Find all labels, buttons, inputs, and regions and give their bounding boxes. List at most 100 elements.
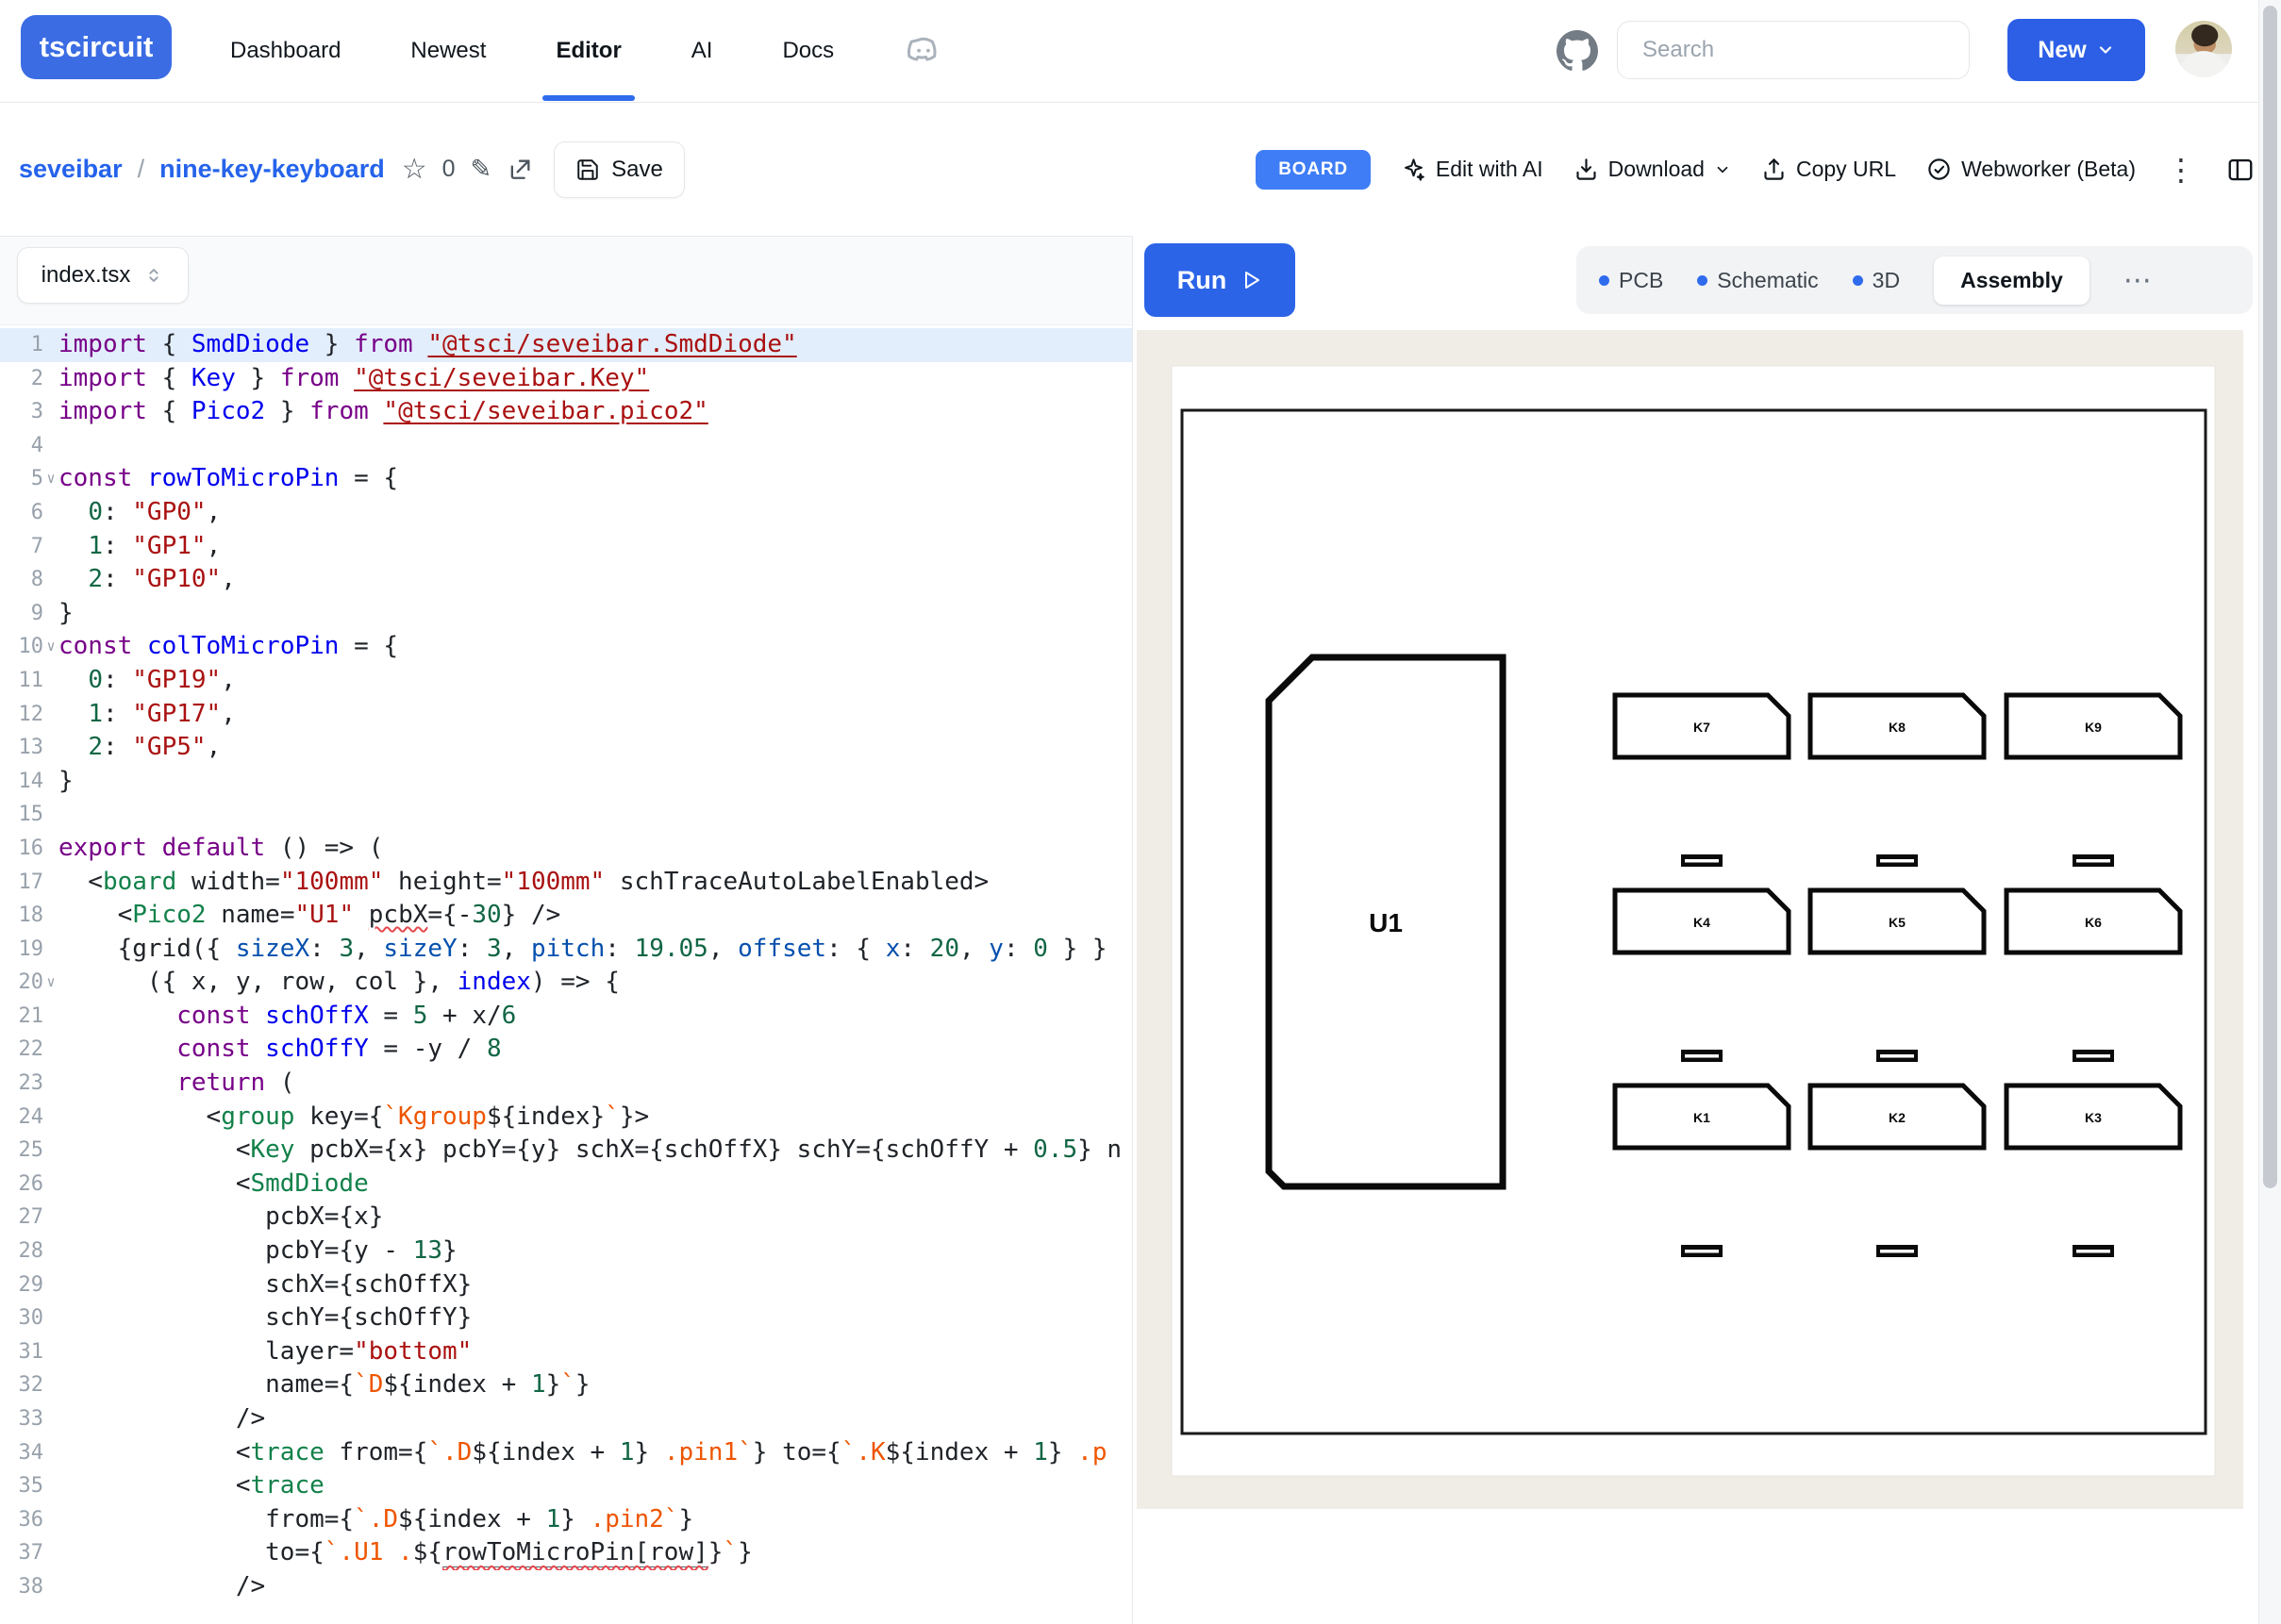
avatar[interactable] xyxy=(2175,21,2232,77)
github-icon[interactable] xyxy=(1557,30,1598,72)
save-button-label: Save xyxy=(611,157,663,183)
diode-stripe xyxy=(1880,1054,1914,1058)
key-label: K3 xyxy=(2085,1110,2102,1125)
line-number: 5 xyxy=(0,462,43,496)
view-tab-label: Assembly xyxy=(1960,268,2063,293)
preview-view-tabs: PCB Schematic 3D Assembly ⋯ xyxy=(1576,246,2253,314)
breadcrumb-project[interactable]: nine-key-keyboard xyxy=(159,155,385,184)
code-text: to={`.U1 .${rowToMicroPin[row]}`} xyxy=(58,1536,1132,1570)
code-line: 29 schX={schOffX} xyxy=(0,1268,1132,1302)
nav-item-newest[interactable]: Newest xyxy=(410,0,486,101)
fold-arrow-icon[interactable]: ∨ xyxy=(43,630,58,664)
chevron-down-icon xyxy=(1714,161,1731,178)
fold-gutter xyxy=(43,395,58,429)
view-tabs-more-icon[interactable]: ⋯ xyxy=(2123,264,2152,297)
code-text: /> xyxy=(58,1570,1132,1604)
file-tab-index-tsx[interactable]: index.tsx xyxy=(17,247,189,304)
diode-stripe xyxy=(2076,1054,2110,1058)
code-line: 3import { Pico2 } from "@tsci/seveibar.p… xyxy=(0,395,1132,429)
key-k3: K3 xyxy=(2006,1085,2180,1148)
fold-gutter xyxy=(43,429,58,463)
code-line: 18 <Pico2 name="U1" pcbX={-30} /> xyxy=(0,899,1132,933)
code-text: export default () => ( xyxy=(58,832,1132,866)
main-nav: Dashboard Newest Editor AI Docs xyxy=(230,0,943,101)
code-line: 26 <SmdDiode xyxy=(0,1168,1132,1201)
fold-gutter xyxy=(43,1570,58,1604)
nav-item-dashboard[interactable]: Dashboard xyxy=(230,0,341,101)
circle-check-icon xyxy=(1926,157,1952,182)
view-tab-pcb[interactable]: PCB xyxy=(1599,268,1663,293)
code-text: <SmdDiode xyxy=(58,1168,1132,1201)
discord-icon[interactable] xyxy=(904,31,943,71)
edit-pencil-icon[interactable]: ✎ xyxy=(471,155,492,184)
view-tab-schematic[interactable]: Schematic xyxy=(1697,268,1818,293)
fold-gutter xyxy=(43,1235,58,1268)
board-badge[interactable]: BOARD xyxy=(1256,150,1371,190)
download-icon xyxy=(1573,157,1599,182)
u1-label: U1 xyxy=(1369,908,1403,937)
line-number: 35 xyxy=(0,1469,43,1503)
breadcrumb-owner[interactable]: seveibar xyxy=(19,155,123,184)
save-button[interactable]: Save xyxy=(554,141,685,198)
view-tab-label: 3D xyxy=(1873,268,1900,293)
more-menu-icon[interactable]: ⋮ xyxy=(2166,155,2196,185)
fold-gutter xyxy=(43,1402,58,1436)
fold-arrow-icon[interactable]: ∨ xyxy=(43,462,58,496)
diode-stripe xyxy=(1880,859,1914,863)
view-tab-assembly[interactable]: Assembly xyxy=(1934,257,2090,305)
fold-gutter xyxy=(43,1536,58,1570)
code-line: 7 1: "GP1", xyxy=(0,530,1132,564)
new-button[interactable]: New xyxy=(2007,19,2145,81)
line-number: 27 xyxy=(0,1201,43,1235)
code-line: 27 pcbX={x} xyxy=(0,1201,1132,1235)
code-text: const rowToMicroPin = { xyxy=(58,462,1132,496)
diode xyxy=(2073,1050,2114,1062)
line-number: 2 xyxy=(0,362,43,396)
line-number: 31 xyxy=(0,1335,43,1369)
code-text: <Pico2 name="U1" pcbX={-30} /> xyxy=(58,899,1132,933)
line-number: 21 xyxy=(0,1000,43,1034)
code-line: 28 pcbY={y - 13} xyxy=(0,1235,1132,1268)
fold-gutter xyxy=(43,731,58,765)
component-u1: U1 xyxy=(1269,657,1503,1186)
copy-url-button[interactable]: Copy URL xyxy=(1761,157,1896,182)
code-text: pcbY={y - 13} xyxy=(58,1235,1132,1268)
code-line: 37 to={`.U1 .${rowToMicroPin[row]}`} xyxy=(0,1536,1132,1570)
run-button[interactable]: Run xyxy=(1144,243,1295,317)
tscircuit-logo[interactable]: tscircuit xyxy=(21,15,172,79)
copy-url-label: Copy URL xyxy=(1796,157,1896,182)
share-icon[interactable] xyxy=(507,157,533,183)
line-number: 32 xyxy=(0,1368,43,1402)
code-line: 6 0: "GP0", xyxy=(0,496,1132,530)
edit-with-ai-button[interactable]: Edit with AI xyxy=(1401,157,1543,182)
key-label: K6 xyxy=(2085,915,2102,930)
code-text: <board width="100mm" height="100mm" schT… xyxy=(58,866,1132,900)
code-text: import { Pico2 } from "@tsci/seveibar.pi… xyxy=(58,395,1132,429)
edit-with-ai-label: Edit with AI xyxy=(1436,157,1543,182)
code-text: <trace from={`.D${index + 1} .pin1`} to=… xyxy=(58,1436,1132,1470)
key-label: K8 xyxy=(1889,720,1906,735)
code-text: import { Key } from "@tsci/seveibar.Key" xyxy=(58,362,1132,396)
view-tab-3d[interactable]: 3D xyxy=(1853,268,1900,293)
panel-toggle-icon[interactable] xyxy=(2226,156,2255,184)
star-count: 0 xyxy=(442,156,456,183)
search-input[interactable] xyxy=(1617,21,1970,79)
webworker-toggle[interactable]: Webworker (Beta) xyxy=(1926,157,2136,182)
download-button[interactable]: Download xyxy=(1573,157,1731,182)
nav-item-docs[interactable]: Docs xyxy=(782,0,834,101)
code-text: return ( xyxy=(58,1067,1132,1101)
fold-gutter xyxy=(43,563,58,597)
nav-item-editor[interactable]: Editor xyxy=(556,0,621,101)
fold-arrow-icon[interactable]: ∨ xyxy=(43,966,58,1000)
star-icon[interactable]: ☆ xyxy=(402,153,427,186)
diode-stripe xyxy=(1685,1250,1719,1253)
nav-item-ai[interactable]: AI xyxy=(691,0,713,101)
line-number: 23 xyxy=(0,1067,43,1101)
code-text: <group key={`Kgroup${index}`}> xyxy=(58,1101,1132,1135)
scrollbar-thumb[interactable] xyxy=(2263,6,2277,1188)
line-number: 4 xyxy=(0,429,43,463)
code-editor[interactable]: 1import { SmdDiode } from "@tsci/seveiba… xyxy=(0,325,1132,1624)
fold-gutter xyxy=(43,362,58,396)
key-k6: K6 xyxy=(2006,890,2180,953)
code-line: 11 0: "GP19", xyxy=(0,664,1132,698)
